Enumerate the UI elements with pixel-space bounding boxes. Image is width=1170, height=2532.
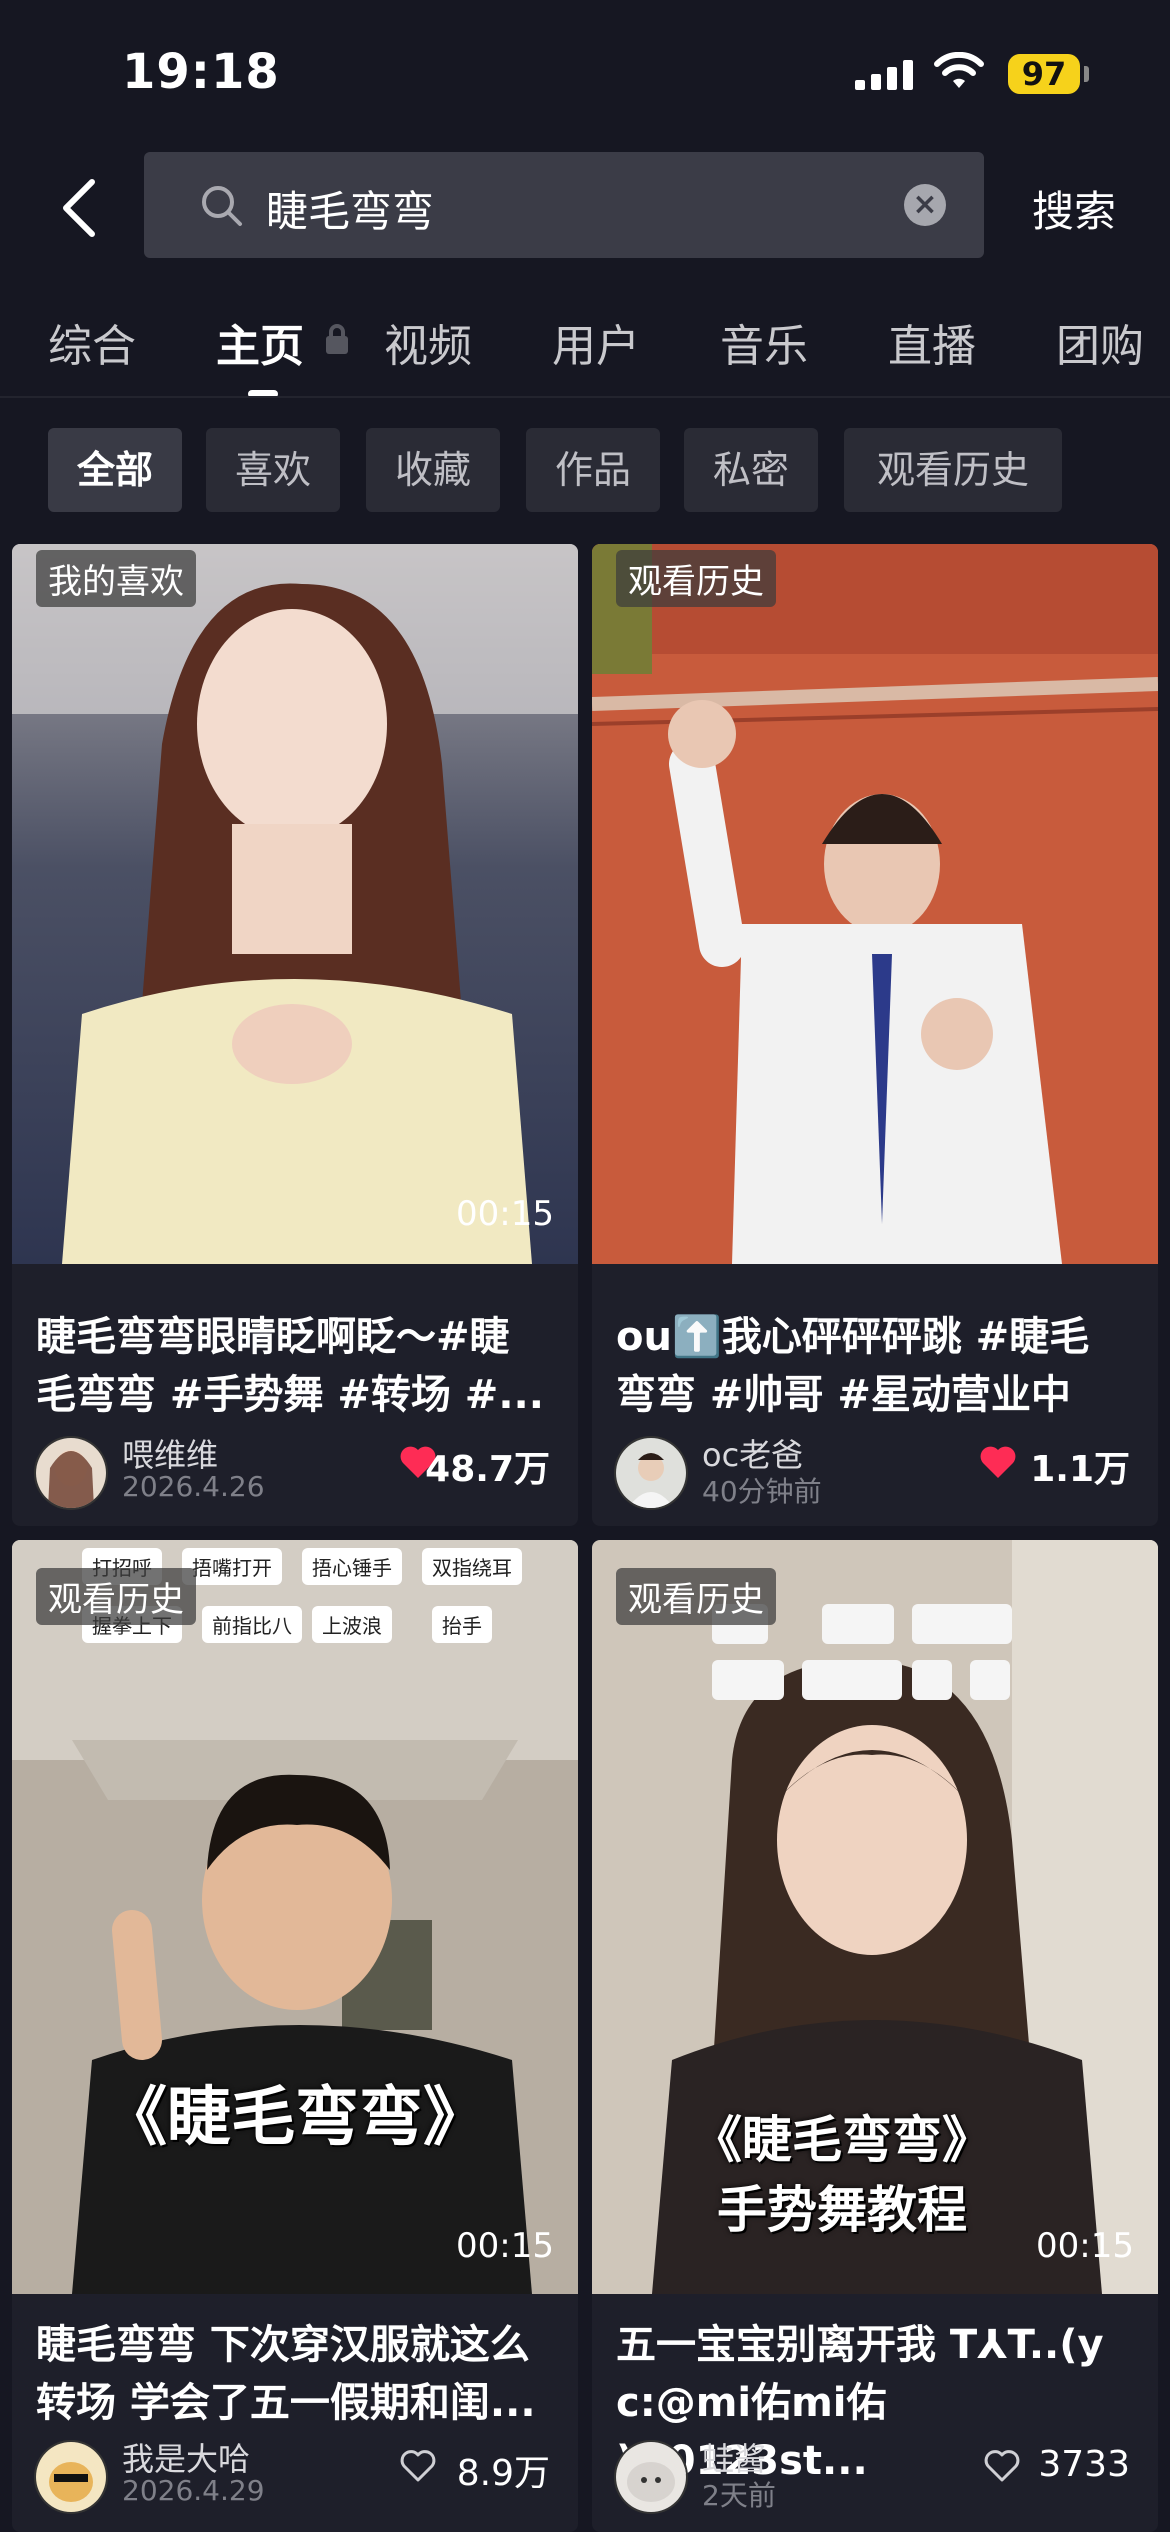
filter-liked[interactable]: 喜欢 bbox=[206, 428, 340, 512]
search-query-text: 睫毛弯弯 bbox=[266, 187, 435, 236]
cellular-signal-icon bbox=[855, 58, 913, 90]
result-tabs: 综合 主页 视频 用户 音乐 直播 团购 bbox=[0, 300, 1170, 400]
search-icon bbox=[202, 186, 242, 226]
video-caption: 睫毛弯弯眼睛眨啊眨～#睫 毛弯弯 #手势舞 #转场 #... bbox=[36, 1314, 544, 1418]
tab-profile[interactable]: 主页 bbox=[216, 310, 304, 374]
video-card[interactable]: 观看历史 ou⬆️我心砰砰砰跳 #睫毛 弯弯 #帅哥 #星动营业中 oc老爸 4… bbox=[592, 544, 1158, 1526]
filter-all[interactable]: 全部 bbox=[48, 428, 182, 512]
author-avatar[interactable] bbox=[34, 2440, 108, 2514]
video-overlay-title: 《睫毛弯弯》 bbox=[692, 2111, 992, 2169]
battery-tip bbox=[1084, 66, 1089, 82]
filter-private[interactable]: 私密 bbox=[684, 428, 818, 512]
search-input[interactable]: 睫毛弯弯 × bbox=[144, 152, 984, 258]
gesture-label: 上波浪 bbox=[312, 1606, 392, 1643]
video-thumbnail[interactable]: 打招呼 捂嘴打开 捂心锤手 双指绕耳 握拳上下 前指比八 上波浪 抬手 观看历史… bbox=[12, 1540, 578, 2294]
video-overlay-title: 《睫毛弯弯》 bbox=[103, 2080, 487, 2155]
video-tag: 我的喜欢 bbox=[36, 550, 196, 607]
tab-live[interactable]: 直播 bbox=[888, 310, 976, 374]
battery-indicator: 97 bbox=[1008, 54, 1080, 94]
video-card[interactable]: 我的喜欢 00:15 睫毛弯弯眼睛眨啊眨～#睫 毛弯弯 #手势舞 #转场 #..… bbox=[12, 544, 578, 1526]
tabs-divider bbox=[0, 396, 1170, 398]
video-thumbnail[interactable]: 观看历史 《睫毛弯弯》 手势舞教程 00:15 bbox=[592, 1540, 1158, 2294]
video-duration: 00:15 bbox=[1036, 2226, 1134, 2266]
heart-outline-icon[interactable] bbox=[398, 2446, 438, 2486]
like-count: 48.7万 bbox=[425, 1449, 550, 1490]
thumbnail-image bbox=[592, 544, 1158, 1264]
like-count: 8.9万 bbox=[456, 2453, 550, 2494]
video-thumbnail[interactable]: 观看历史 bbox=[592, 544, 1158, 1264]
author-avatar[interactable] bbox=[614, 2440, 688, 2514]
clear-icon[interactable]: × bbox=[904, 184, 946, 226]
gesture-label: 捂心锤手 bbox=[302, 1548, 402, 1585]
search-bar: 睫毛弯弯 × 搜索 bbox=[0, 152, 1170, 262]
post-date: 40分钟前 bbox=[702, 1475, 822, 1508]
heart-outline-icon[interactable] bbox=[982, 2446, 1022, 2486]
video-tag: 观看历史 bbox=[616, 1568, 776, 1625]
like-count: 1.1万 bbox=[1030, 1449, 1130, 1490]
search-button[interactable]: 搜索 bbox=[1032, 178, 1116, 239]
tab-users[interactable]: 用户 bbox=[552, 310, 640, 374]
post-date: 2026.4.26 bbox=[122, 1470, 265, 1503]
thumbnail-image bbox=[12, 1540, 578, 2294]
author-avatar[interactable] bbox=[34, 1436, 108, 1510]
heart-filled-icon[interactable] bbox=[978, 1442, 1018, 1482]
wifi-icon bbox=[934, 52, 984, 88]
gesture-label: 前指比八 bbox=[202, 1606, 302, 1643]
filter-works[interactable]: 作品 bbox=[526, 428, 660, 512]
video-duration: 00:15 bbox=[456, 2226, 554, 2266]
gesture-label: 抬手 bbox=[432, 1606, 492, 1643]
video-thumbnail[interactable]: 我的喜欢 00:15 bbox=[12, 544, 578, 1264]
video-card[interactable]: 打招呼 捂嘴打开 捂心锤手 双指绕耳 握拳上下 前指比八 上波浪 抬手 观看历史… bbox=[12, 1540, 578, 2532]
filter-favorites[interactable]: 收藏 bbox=[366, 428, 500, 512]
thumbnail-image bbox=[12, 544, 578, 1264]
back-arrow-icon[interactable] bbox=[54, 176, 110, 240]
video-overlay-subtitle: 手势舞教程 bbox=[717, 2181, 967, 2239]
filter-watch-history[interactable]: 观看历史 bbox=[844, 428, 1062, 512]
post-date: 2天前 bbox=[702, 2479, 776, 2512]
video-duration: 00:15 bbox=[456, 1194, 554, 1234]
like-count: 3733 bbox=[1038, 2444, 1130, 2485]
tab-group-buy[interactable]: 团购 bbox=[1056, 310, 1144, 374]
author-avatar[interactable] bbox=[614, 1436, 688, 1510]
post-date: 2026.4.29 bbox=[122, 2474, 265, 2507]
tab-videos[interactable]: 视频 bbox=[384, 310, 472, 374]
lock-icon bbox=[326, 324, 348, 354]
tab-music[interactable]: 音乐 bbox=[720, 310, 808, 374]
status-bar: 19:18 97 bbox=[0, 0, 1170, 150]
gesture-label: 捂嘴打开 bbox=[182, 1548, 282, 1585]
video-tag: 观看历史 bbox=[616, 550, 776, 607]
video-tag: 观看历史 bbox=[36, 1568, 196, 1625]
tab-comprehensive[interactable]: 综合 bbox=[48, 310, 136, 374]
status-time: 19:18 bbox=[122, 44, 280, 100]
video-caption: ou⬆️我心砰砰砰跳 #睫毛 弯弯 #帅哥 #星动营业中 bbox=[616, 1314, 1090, 1418]
video-caption: 睫毛弯弯 下次穿汉服就这么 转场 学会了五一假期和闺... bbox=[36, 2322, 536, 2426]
video-card[interactable]: 观看历史 《睫毛弯弯》 手势舞教程 00:15 五一宝宝别离开我 T⅄T..(y… bbox=[592, 1540, 1158, 2532]
gesture-label: 双指绕耳 bbox=[422, 1548, 522, 1585]
